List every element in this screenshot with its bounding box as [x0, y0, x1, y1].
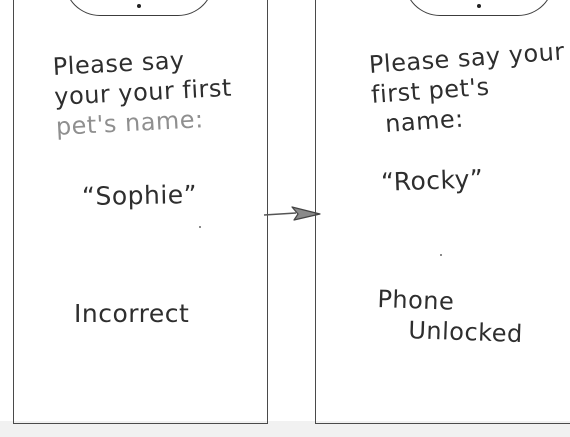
result-message: Incorrect: [74, 299, 190, 328]
phone-screen-unlocked: Please say your first pet's name: “Rocky…: [315, 0, 570, 424]
speaker-dot-icon: [477, 4, 481, 8]
voice-prompt: Please say your your first pet's name:: [52, 43, 234, 142]
result-line: Phone: [376, 284, 455, 316]
spoken-answer: “Sophie”: [81, 179, 198, 212]
spoken-answer: “Rocky”: [380, 164, 484, 197]
phone-screen-failed: Please say your your first pet's name: “…: [13, 0, 268, 424]
voice-prompt: Please say your first pet's name:: [368, 36, 570, 139]
speaker-grille: [64, 0, 214, 16]
result-message: Phone Unlocked: [376, 284, 524, 349]
storyboard: Please say your your first pet's name: “…: [0, 0, 570, 437]
pencil-mark: [440, 254, 442, 256]
speaker-dot-icon: [137, 4, 141, 8]
result-line: Unlocked: [407, 316, 524, 349]
speaker-grille: [404, 0, 554, 16]
pencil-mark: [199, 226, 201, 228]
